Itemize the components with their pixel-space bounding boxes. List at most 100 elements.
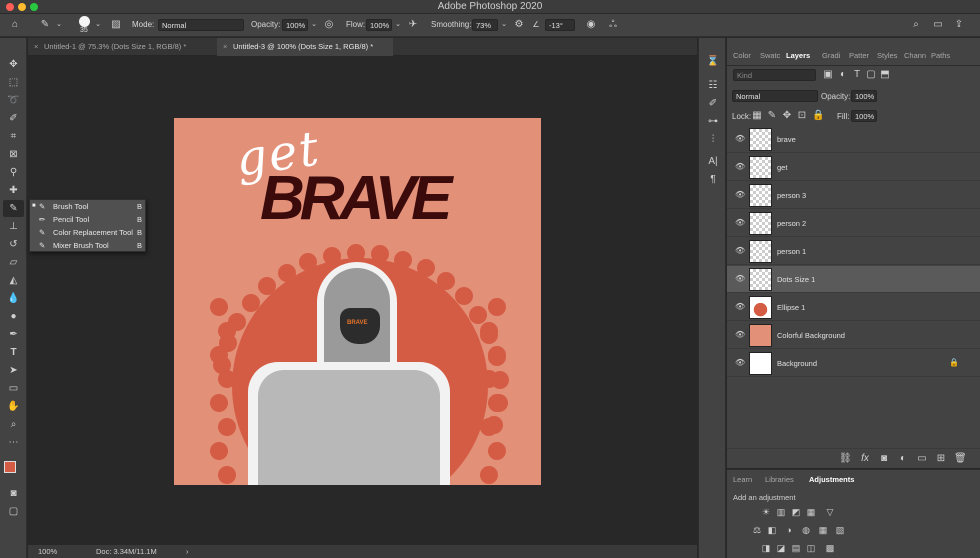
brush-preset-icon[interactable]: ✎ (38, 19, 52, 31)
chevron-down-icon[interactable]: ⌄ (310, 19, 318, 31)
tab-swatches[interactable]: Swatc (760, 48, 780, 64)
chevron-down-icon[interactable]: ⌄ (94, 19, 102, 31)
visibility-eye-icon[interactable]: 👁 (735, 331, 745, 339)
type-tool-icon[interactable]: T (3, 344, 24, 361)
workspace-icon[interactable]: ▭ (932, 19, 944, 31)
tab-layers[interactable]: Layers (786, 48, 810, 64)
adjustment-type-icon[interactable]: ◨ (760, 543, 772, 554)
brush-settings-icon[interactable]: ▨ (110, 19, 122, 31)
flyout-item-mixer-brush[interactable]: ✎ Mixer Brush Tool B (30, 239, 145, 252)
flyout-item-brush[interactable]: ■ ✎ Brush Tool B (30, 200, 145, 213)
adjustment-layer-icon[interactable]: ◐ (897, 453, 909, 465)
zoom-window-button[interactable] (30, 3, 38, 11)
hand-tool-icon[interactable]: ✋ (3, 398, 24, 415)
brush-tool-icon[interactable]: ✎ (3, 200, 24, 217)
document-tab-1[interactable]: × Untitled-1 @ 75.3% (Dots Size 1, RGB/8… (28, 38, 216, 56)
layer-row[interactable]: 👁 brave (727, 126, 980, 153)
healing-brush-tool-icon[interactable]: ✚ (3, 182, 24, 199)
visibility-eye-icon[interactable]: 👁 (735, 275, 745, 283)
link-layers-icon[interactable]: ⛓ (839, 453, 852, 465)
flyout-item-color-replacement[interactable]: ✎ Color Replacement Tool B (30, 226, 145, 239)
adjustment-type-icon[interactable]: ▽ (824, 507, 836, 518)
lock-transparent-icon[interactable]: ▦ (752, 110, 762, 122)
kind-filter[interactable]: Kind (733, 69, 816, 81)
filter-pixel-icon[interactable]: ▣ (823, 69, 833, 81)
trash-icon[interactable]: 🗑 (954, 453, 967, 465)
foreground-color-swatch[interactable] (4, 461, 16, 473)
adjustment-type-icon[interactable]: ▧ (834, 525, 846, 536)
close-tab-icon[interactable]: × (34, 38, 38, 56)
dodge-tool-icon[interactable]: ● (3, 308, 24, 325)
visibility-eye-icon[interactable]: 👁 (735, 219, 745, 227)
adjustment-type-icon[interactable]: ⚖ (751, 525, 763, 536)
adjustment-type-icon[interactable]: ◩ (790, 507, 802, 518)
filter-adjustment-icon[interactable]: ◐ (838, 69, 848, 81)
airbrush-icon[interactable]: ✈ (407, 19, 419, 31)
tab-channels[interactable]: Chann (904, 48, 926, 64)
artwork-canvas[interactable]: BRAVE get BRAVE (174, 118, 541, 485)
layer-row[interactable]: 👁 person 1 (727, 238, 980, 265)
layer-row[interactable]: 👁 person 3 (727, 182, 980, 209)
chevron-down-icon[interactable]: ⌄ (500, 19, 508, 31)
quick-mask-icon[interactable]: ◙ (3, 485, 24, 502)
marquee-tool-icon[interactable]: ⬚ (3, 74, 24, 91)
layer-opacity-input[interactable]: 100% (851, 90, 877, 102)
zoom-tool-icon[interactable]: ⌕ (3, 416, 24, 433)
fx-icon[interactable]: fx (859, 453, 871, 465)
adjustment-type-icon[interactable]: ▥ (775, 507, 787, 518)
group-icon[interactable]: ▭ (916, 453, 928, 465)
screen-mode-icon[interactable]: ▢ (3, 503, 24, 520)
fill-input[interactable]: 100% (851, 110, 877, 122)
tab-libraries[interactable]: Libraries (765, 472, 794, 488)
adjustment-type-icon[interactable]: ▦ (817, 525, 829, 536)
properties-icon[interactable]: ☷ (703, 78, 723, 94)
layer-row[interactable]: 👁 Colorful Background (727, 322, 980, 349)
adjustment-type-icon[interactable]: ☀ (760, 507, 772, 518)
filter-smart-icon[interactable]: ⬒ (880, 69, 890, 81)
brushes-icon[interactable]: ✐ (703, 96, 723, 112)
lock-all-icon[interactable]: 🔒 (812, 110, 824, 122)
mask-icon[interactable]: ◙ (878, 453, 890, 465)
flow-input[interactable]: 100% (366, 19, 392, 31)
character-icon[interactable]: A| (703, 154, 723, 170)
path-selection-tool-icon[interactable]: ➤ (3, 362, 24, 379)
chevron-down-icon[interactable]: ⌄ (55, 19, 63, 31)
tab-gradients[interactable]: Gradi (822, 48, 840, 64)
adjustment-type-icon[interactable]: ◍ (800, 525, 812, 536)
close-tab-icon[interactable]: × (223, 38, 227, 56)
angle-input[interactable]: -13° (545, 19, 575, 31)
layer-row[interactable]: 👁 Ellipse 1 (727, 294, 980, 321)
blur-tool-icon[interactable]: 💧 (3, 290, 24, 307)
adjustment-type-icon[interactable]: ◫ (805, 543, 817, 554)
home-icon[interactable]: ⌂ (8, 19, 22, 31)
symmetry-icon[interactable]: ஃ (607, 19, 619, 31)
lock-image-icon[interactable]: ✎ (767, 110, 777, 122)
history-icon[interactable]: ⌛ (703, 54, 723, 70)
mode-select[interactable]: Normal (158, 19, 244, 31)
visibility-eye-icon[interactable]: 👁 (735, 359, 745, 367)
new-layer-icon[interactable]: ⊞ (935, 453, 947, 465)
adjustment-type-icon[interactable]: ▤ (790, 543, 802, 554)
frame-tool-icon[interactable]: ⊠ (3, 146, 24, 163)
move-tool-icon[interactable]: ✥ (3, 56, 24, 73)
tab-learn[interactable]: Learn (733, 472, 752, 488)
more-tools-icon[interactable]: ⋯ (3, 434, 24, 451)
blend-mode-select[interactable]: Normal (732, 90, 818, 102)
tab-patterns[interactable]: Patter (849, 48, 869, 64)
visibility-eye-icon[interactable]: 👁 (735, 303, 745, 311)
zoom-level[interactable]: 100% (38, 545, 57, 558)
chevron-down-icon[interactable]: ⌄ (394, 19, 402, 31)
tab-styles[interactable]: Styles (877, 48, 897, 64)
pressure-size-icon[interactable]: ◉ (585, 19, 597, 31)
pressure-opacity-icon[interactable]: ◎ (323, 19, 335, 31)
lock-position-icon[interactable]: ✥ (782, 110, 792, 122)
share-icon[interactable]: ⇪ (953, 19, 965, 31)
flyout-item-pencil[interactable]: ✏ Pencil Tool B (30, 213, 145, 226)
adjustment-type-icon[interactable]: ▦ (805, 507, 817, 518)
visibility-eye-icon[interactable]: 👁 (735, 247, 745, 255)
crop-tool-icon[interactable]: ⌗ (3, 128, 24, 145)
document-tab-2[interactable]: × Untitled-3 @ 100% (Dots Size 1, RGB/8)… (217, 38, 393, 56)
search-icon[interactable]: ⌕ (910, 19, 922, 31)
adjustment-type-icon[interactable]: ◪ (775, 543, 787, 554)
layer-row[interactable]: 👁 Dots Size 1 (727, 266, 980, 293)
